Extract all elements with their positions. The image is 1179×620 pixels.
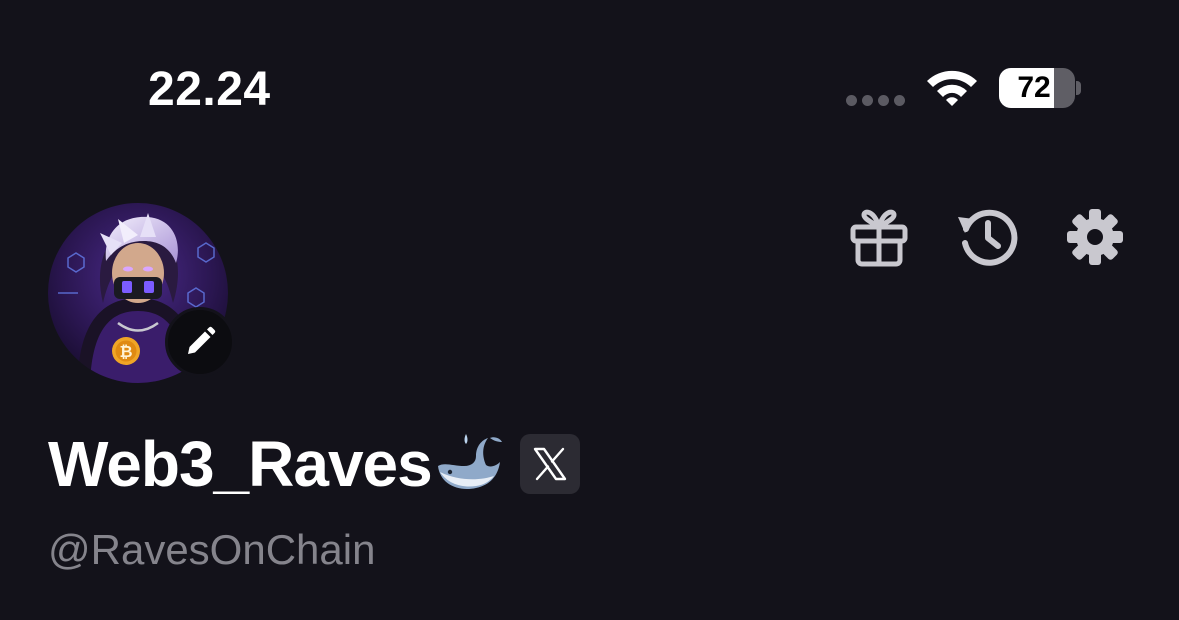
svg-text:₿: ₿ [119, 342, 132, 361]
edit-avatar-button[interactable] [165, 307, 235, 377]
wifi-icon [927, 70, 977, 106]
battery-level: 72 [1017, 71, 1051, 104]
x-profile-link[interactable] [519, 434, 580, 494]
status-time: 22.24 [148, 63, 271, 116]
cellular-signal-icon [846, 95, 905, 106]
gift-icon[interactable] [848, 207, 910, 269]
profile-handle: @RavesOnChain [48, 526, 376, 573]
profile-name-row: Web3_Raves [48, 428, 580, 500]
gear-icon[interactable] [1065, 207, 1125, 267]
whale-icon [437, 434, 502, 490]
battery-cap [1076, 81, 1081, 95]
history-icon[interactable] [956, 205, 1020, 269]
x-logo-icon [533, 447, 566, 481]
display-name: Web3_Raves [48, 428, 433, 500]
pencil-icon [188, 326, 216, 354]
battery-indicator: 72 [999, 68, 1075, 108]
